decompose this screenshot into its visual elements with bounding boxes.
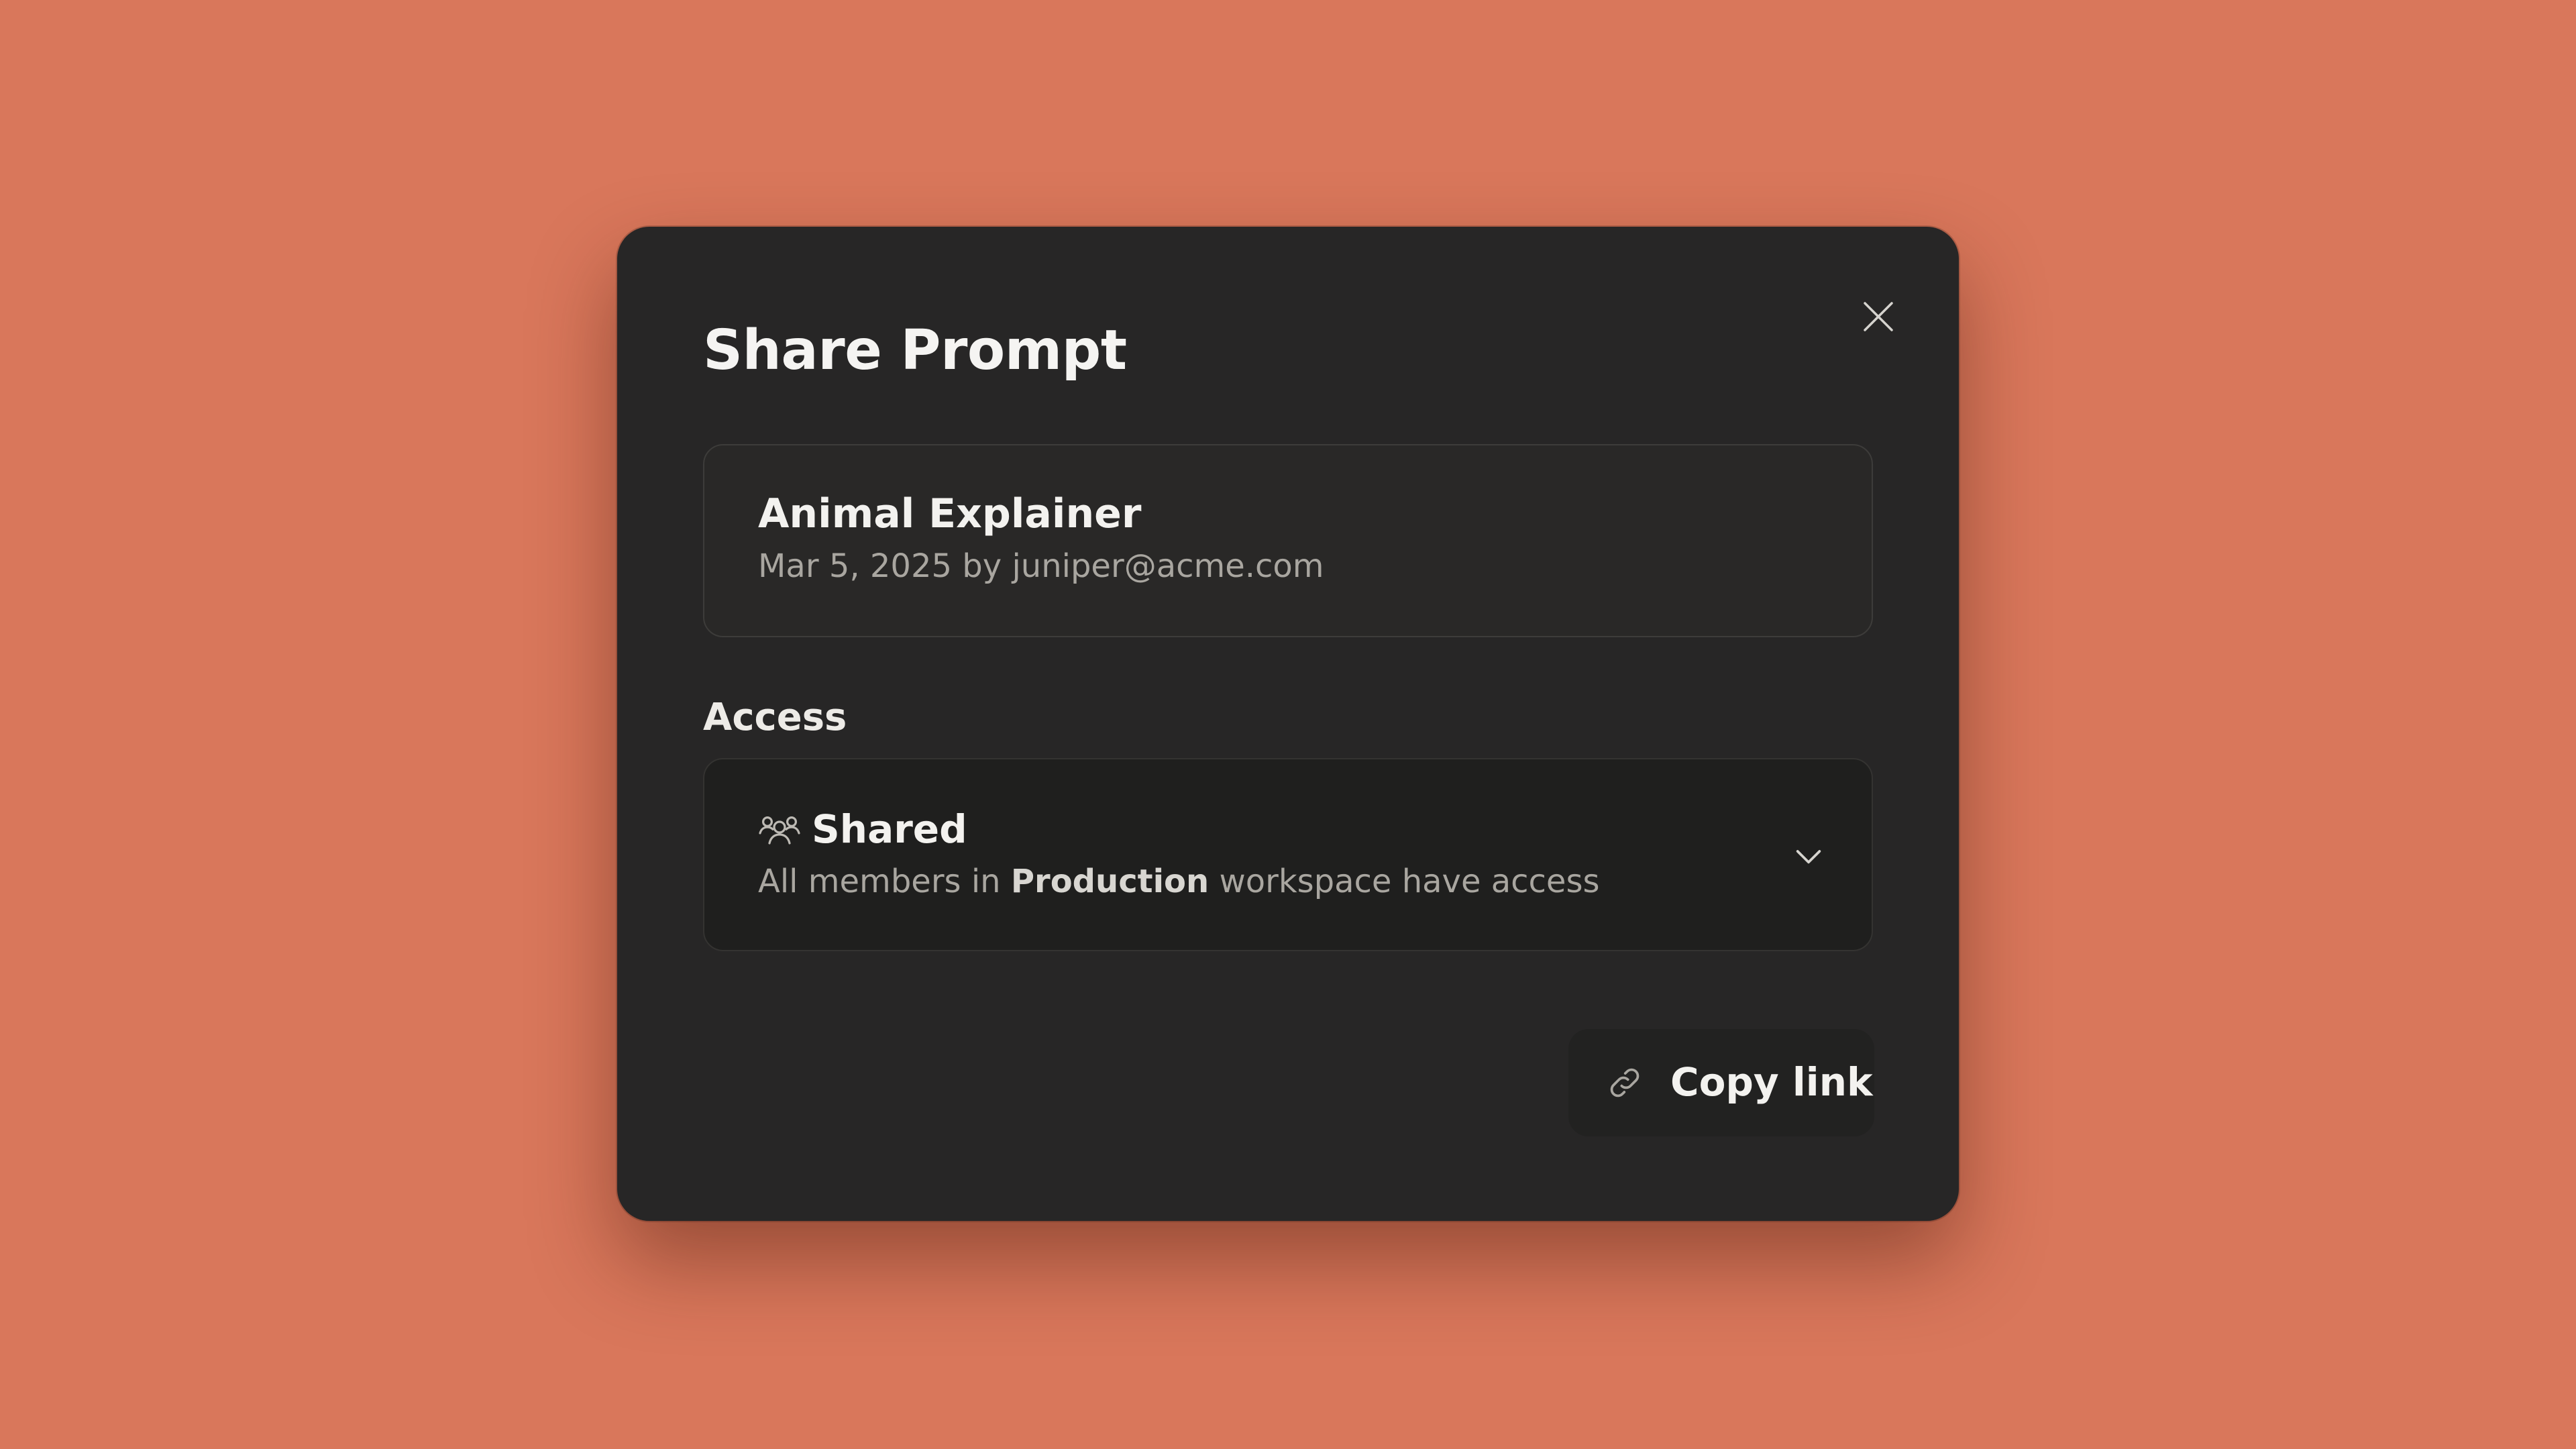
access-desc-prefix: All members in [758,862,1001,900]
copy-link-label: Copy link [1670,1059,1873,1106]
prompt-author: juniper@acme.com [1012,547,1324,585]
prompt-card: Animal Explainer Mar 5, 2025 by juniper@… [703,444,1873,637]
prompt-date: Mar 5, 2025 [758,547,953,585]
access-desc-suffix: workspace have access [1219,862,1600,900]
prompt-by: by [962,547,1002,585]
access-value-row: Shared [758,806,1872,853]
users-icon [758,813,801,847]
close-icon [1858,297,1898,337]
prompt-name: Animal Explainer [758,490,1142,537]
access-value: Shared [812,806,967,852]
chevron-down-icon [1790,837,1827,875]
workspace-name: Production [1010,862,1210,900]
dialog-title: Share Prompt [703,319,1127,382]
prompt-meta: Mar 5, 2025 by juniper@acme.com [758,547,1872,586]
share-prompt-dialog: Share Prompt Animal Explainer Mar 5, 202… [617,227,1959,1221]
link-icon [1606,1064,1644,1102]
copy-link-button[interactable]: Copy link [1568,1029,1874,1136]
access-label: Access [703,696,847,739]
access-dropdown[interactable]: Shared All members in Production workspa… [703,758,1873,951]
access-description: All members in Production workspace have… [758,863,1872,902]
close-button[interactable] [1846,284,1911,349]
